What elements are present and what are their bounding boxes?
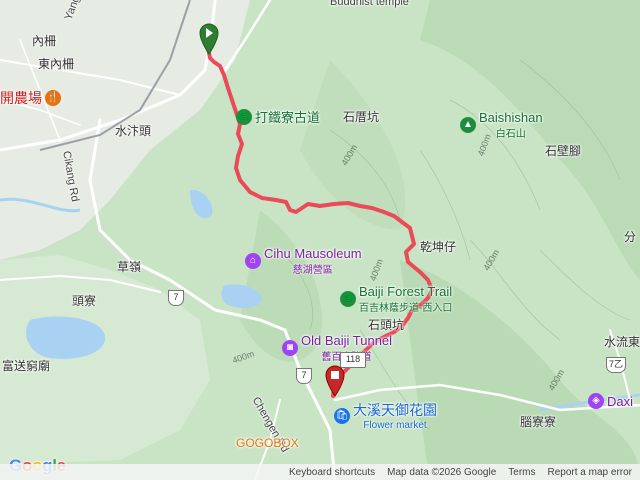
terms-link[interactable]: Terms	[508, 467, 535, 478]
place-naoliao: 腦寮寮	[520, 415, 557, 429]
keyboard-shortcuts-link[interactable]: Keyboard shortcuts	[289, 467, 375, 478]
place-dongneiche: 東內柵	[38, 57, 75, 71]
temple-label: Buddhist temple	[330, 0, 409, 8]
mountain-icon: ▲	[460, 117, 476, 133]
place-qiankunzi: 乾坤仔	[420, 240, 457, 254]
restaurant-icon: 🍴	[45, 90, 61, 106]
place-fen: 分	[624, 230, 637, 244]
tunnel-icon: ◙	[282, 340, 298, 356]
place-caoling: 草嶺	[117, 260, 142, 274]
daxi-label: Daxi	[607, 393, 634, 409]
shopping-icon: 🛍	[334, 407, 350, 424]
cihu-poi[interactable]: ⌂ Cihu Mausoleum 慈湖營區	[245, 246, 362, 276]
map-canvas[interactable]	[0, 0, 640, 480]
cihu-en: Cihu Mausoleum	[264, 246, 362, 261]
daxi-poi[interactable]: ◈ Daxi	[588, 393, 633, 409]
farm-poi[interactable]: 開農場 🍴	[0, 88, 61, 108]
end-marker-icon[interactable]	[325, 365, 345, 397]
baiji-trail-zh: 百吉林蔭步道-西入口	[359, 303, 453, 314]
tianyu-poi[interactable]: 🛍 大溪天御花園 Flower market	[334, 400, 437, 431]
datieliao-poi[interactable]: 🌲 打鐵寮古道	[236, 107, 320, 126]
place-shibiliao: 石壁腳	[545, 144, 582, 158]
place-fusongqiao: 富送窮廟	[2, 359, 51, 373]
route-shield-7a: 7	[168, 290, 184, 306]
place-shuiqiantou: 水汴頭	[115, 124, 152, 138]
trail-icon: 🌲	[340, 291, 356, 307]
tunnel-poi[interactable]: ◙ Old Baiji Tunnel 舊百吉隧道	[282, 333, 392, 363]
baiji-trail-en: Baiji Forest Trail	[359, 284, 453, 299]
place-shuiliu: 水流東	[604, 335, 640, 349]
landmark-icon: ◈	[588, 393, 604, 409]
baishishan-poi[interactable]: ▲ Baishishan 白石山	[460, 110, 543, 140]
gogobox-label: GOGOBOX	[236, 436, 299, 450]
map-footer: Keyboard shortcuts Map data ©2026 Google…	[0, 464, 640, 480]
place-neiche: 內柵	[32, 34, 57, 48]
trail-icon: 🌲	[236, 108, 252, 125]
farm-label: 開農場	[0, 90, 42, 106]
report-error-link[interactable]: Report a map error	[548, 467, 632, 478]
baishishan-en: Baishishan	[479, 110, 543, 125]
tunnel-en: Old Baiji Tunnel	[301, 333, 393, 348]
baiji-trail-poi[interactable]: 🌲 Baiji Forest Trail 百吉林蔭步道-西入口	[340, 284, 452, 314]
monument-icon: ⌂	[245, 253, 261, 269]
place-touliao: 頭寮	[72, 294, 97, 308]
place-shijiakeng: 石頭坑	[368, 318, 405, 332]
route-shield-7b: 7	[296, 368, 312, 384]
tianyu-zh: 大溪天御花園	[353, 402, 437, 418]
datieliao-label: 打鐵寮古道	[255, 110, 321, 125]
cihu-zh: 慈湖營區	[292, 265, 333, 276]
start-marker-icon[interactable]	[199, 23, 219, 55]
map-data-text: Map data ©2026 Google	[387, 466, 497, 478]
route-shield-7c: 7乙	[606, 357, 626, 373]
tianyu-en: Flower market	[363, 420, 427, 431]
place-shicuokeng: 石厝坑	[343, 110, 380, 124]
